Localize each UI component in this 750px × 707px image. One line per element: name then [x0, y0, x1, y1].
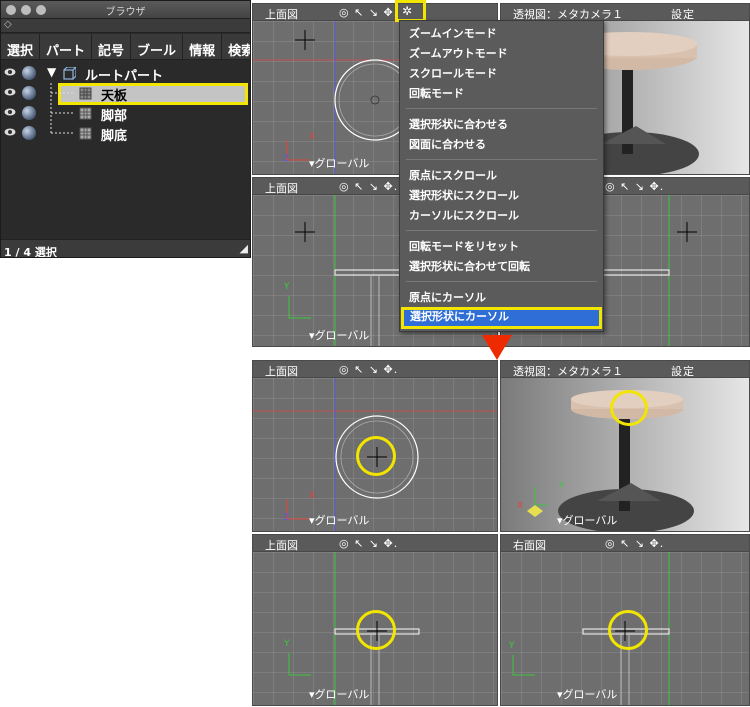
menu-item-fit-drawing[interactable]: 図面に合わせる	[400, 135, 603, 154]
browser-footer: 1 / 4 選択 ◢	[1, 239, 250, 258]
menu-item-scroll-mode[interactable]: スクロールモード	[400, 64, 603, 83]
menu-item-zoom-in-mode[interactable]: ズームインモード	[400, 24, 603, 43]
browser-window: ブラウザ ◇ 選択 パート 記号 ブール 情報 検索 ▼ ルートパート 天板	[0, 0, 251, 258]
global-label[interactable]: ▾グローバル	[309, 512, 369, 528]
menu-item-scroll-to-cursor[interactable]: カーソルにスクロール	[400, 206, 603, 225]
resize-handle-icon[interactable]: ◢	[240, 242, 248, 255]
global-label[interactable]: ▾グローバル	[309, 327, 369, 343]
global-label[interactable]: ▾グローバル	[557, 686, 617, 702]
cursor-highlight-circle	[356, 436, 396, 476]
menu-item-scroll-to-selection[interactable]: 選択形状にスクロール	[400, 186, 603, 205]
axis-y-label: Y	[284, 639, 290, 649]
table-render	[527, 390, 694, 531]
global-label[interactable]: ▾グローバル	[557, 512, 617, 528]
viewport-dropdown-menu: ズームインモード ズームアウトモード スクロールモード 回転モード 選択形状に合…	[399, 20, 604, 332]
global-label[interactable]: ▾グローバル	[309, 686, 369, 702]
global-label[interactable]: ▾グローバル	[309, 155, 369, 171]
menu-item-scroll-to-origin[interactable]: 原点にスクロール	[400, 166, 603, 185]
menu-separator	[406, 230, 597, 231]
cursor-highlight-circle	[610, 390, 648, 426]
browser-tabs: 選択 パート 記号 ブール 情報 検索	[1, 34, 250, 60]
tab-part[interactable]: パート	[40, 34, 93, 59]
axis-y-label: Y	[284, 282, 290, 292]
axis-x-label: X	[517, 501, 524, 511]
menu-item-rotate-to-selection[interactable]: 選択形状に合わせて回転	[400, 257, 603, 276]
axis-y-label: Y	[509, 641, 515, 651]
tree-item-label: 天板	[101, 89, 128, 104]
menu-separator	[406, 159, 597, 160]
down-arrow-icon	[482, 335, 512, 360]
browser-title: ブラウザ	[105, 7, 146, 18]
axis-z-label: Z	[283, 513, 290, 523]
axis-x-label: X	[309, 132, 316, 142]
selection-status: 1 / 4 選択	[4, 246, 57, 258]
gear-icon-highlight: ✲	[395, 0, 426, 22]
viewport-perspective-after[interactable]: 透視図：メタカメラ１ 設定 Y X ▾グローバル	[500, 360, 750, 532]
tab-select[interactable]: 選択	[1, 34, 41, 59]
browser-titlebar: ブラウザ	[1, 1, 250, 19]
tree-item-label: 脚底	[101, 129, 128, 144]
cursor-highlight-circle	[608, 610, 648, 650]
menu-separator	[406, 281, 597, 282]
gear-icon[interactable]: ✲	[402, 4, 412, 18]
axis-x-label: X	[309, 491, 316, 501]
diamond-icon[interactable]: ◇	[4, 19, 12, 30]
tab-symbol[interactable]: 記号	[92, 34, 132, 59]
menu-item-rotate-mode[interactable]: 回転モード	[400, 84, 603, 103]
browser-toolbar: ◇	[1, 19, 250, 33]
tab-search[interactable]: 検索	[222, 34, 250, 59]
tree-lines	[50, 83, 75, 134]
tab-boolean[interactable]: ブール	[131, 34, 184, 59]
cursor-highlight-circle	[356, 610, 396, 650]
menu-separator	[406, 108, 597, 109]
menu-item-cursor-to-origin[interactable]: 原点にカーソル	[400, 288, 603, 307]
tree-item-label: 脚部	[101, 109, 128, 124]
axis-z-label: Z	[283, 154, 290, 164]
part-tree: ▼ ルートパート 天板 脚部 脚底	[1, 63, 250, 233]
tab-info[interactable]: 情報	[183, 34, 223, 59]
menu-item-fit-selection[interactable]: 選択形状に合わせる	[400, 115, 603, 134]
menu-item-reset-rotate-mode[interactable]: 回転モードをリセット	[400, 237, 603, 256]
menu-item-zoom-out-mode[interactable]: ズームアウトモード	[400, 44, 603, 63]
menu-item-cursor-to-selection[interactable]: 選択形状にカーソル	[401, 307, 602, 329]
axis-y-label: Y	[559, 481, 565, 491]
